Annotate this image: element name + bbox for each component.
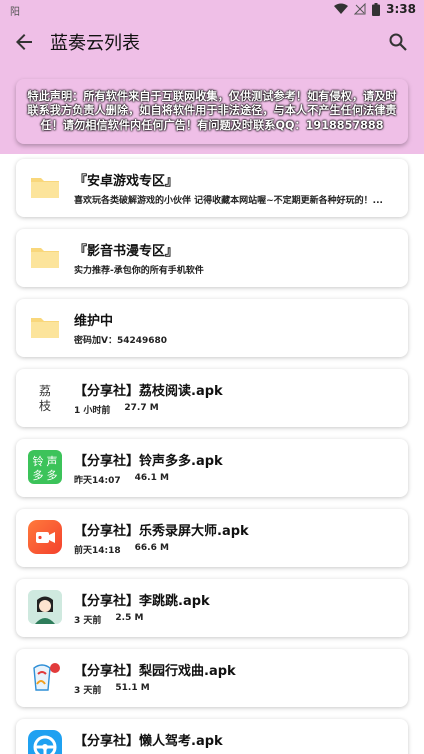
item-subtitle: 密码加V：54249680 bbox=[74, 336, 168, 346]
item-title: 『安卓游戏专区』 bbox=[74, 174, 179, 189]
liyuan-app-icon bbox=[28, 660, 62, 694]
svg-text:荔: 荔 bbox=[39, 384, 51, 398]
litiaotiao-app-icon bbox=[28, 590, 62, 624]
item-title: 【分享社】荔枝阅读.apk bbox=[74, 384, 223, 399]
item-title: 【分享社】梨园行戏曲.apk bbox=[74, 664, 236, 679]
list-item[interactable]: 【分享社】梨园行戏曲.apk 3 天前 51.1 M bbox=[16, 649, 408, 707]
item-size: 2.5 M bbox=[115, 613, 144, 623]
lexiu-app-icon bbox=[28, 520, 62, 554]
list-item[interactable]: 荔 枝 【分享社】荔枝阅读.apk 1 小时前 27.7 M bbox=[16, 369, 408, 427]
item-title: 【分享社】铃声多多.apk bbox=[74, 454, 223, 469]
list-item[interactable]: 【分享社】李跳跳.apk 3 天前 2.5 M bbox=[16, 579, 408, 637]
item-title: 【分享社】懒人驾考.apk bbox=[74, 734, 223, 749]
svg-text:声: 声 bbox=[47, 454, 58, 468]
notice-card: 特此声明：所有软件来自于互联网收集，仅供测试参考！如有侵权，请及时联系我方负责人… bbox=[16, 79, 408, 144]
page-title: 蓝奏云列表 bbox=[50, 33, 140, 54]
item-time: 前天14:18 bbox=[74, 546, 121, 556]
item-subtitle: 实力推荐-承包你的所有手机软件 bbox=[74, 266, 204, 276]
lanren-app-icon bbox=[28, 730, 62, 754]
item-title: 维护中 bbox=[74, 314, 114, 329]
item-title: 【分享社】乐秀录屏大师.apk bbox=[74, 524, 249, 539]
svg-text:多: 多 bbox=[47, 468, 58, 482]
list-item[interactable]: 铃 声 多 多 【分享社】铃声多多.apk 昨天14:07 46.1 M bbox=[16, 439, 408, 497]
list-item[interactable]: 【分享社】懒人驾考.apk bbox=[16, 719, 408, 754]
item-size: 66.6 M bbox=[134, 543, 169, 553]
list-item[interactable]: 维护中 密码加V：54249680 bbox=[16, 299, 408, 357]
folder-icon bbox=[28, 310, 62, 344]
status-time: 3:38 bbox=[386, 2, 416, 16]
item-size: 46.1 M bbox=[134, 473, 169, 483]
item-size: 27.7 M bbox=[124, 403, 159, 413]
lizhi-app-icon: 荔 枝 bbox=[28, 380, 62, 414]
folder-icon bbox=[28, 240, 62, 274]
item-time: 3 天前 bbox=[74, 686, 102, 696]
svg-text:铃: 铃 bbox=[33, 454, 44, 468]
item-time: 昨天14:07 bbox=[74, 476, 121, 486]
status-bar: 阳 3:38 bbox=[0, 0, 424, 20]
signal-icon bbox=[354, 3, 366, 15]
wifi-icon bbox=[334, 3, 349, 14]
item-time: 3 天前 bbox=[74, 616, 102, 626]
battery-icon bbox=[372, 2, 381, 16]
app-bar: 蓝奏云列表 bbox=[0, 20, 424, 64]
list-item[interactable]: 『影音书漫专区』 实力推荐-承包你的所有手机软件 bbox=[16, 229, 408, 287]
item-title: 『影音书漫专区』 bbox=[74, 244, 179, 259]
item-time: 1 小时前 bbox=[74, 406, 111, 416]
item-title: 【分享社】李跳跳.apk bbox=[74, 594, 210, 609]
search-icon[interactable] bbox=[386, 30, 410, 54]
svg-text:多: 多 bbox=[33, 468, 44, 482]
svg-text:枝: 枝 bbox=[39, 398, 51, 413]
lingsheng-app-icon: 铃 声 多 多 bbox=[28, 450, 62, 484]
folder-icon bbox=[28, 170, 62, 204]
status-left-text: 阳 bbox=[10, 7, 20, 18]
item-subtitle: 喜欢玩各类破解游戏的小伙伴 记得收藏本网站喔~不定期更新各种好玩的！... bbox=[74, 196, 383, 206]
notice-text: 特此声明：所有软件来自于互联网收集，仅供测试参考！如有侵权，请及时联系我方负责人… bbox=[27, 89, 397, 132]
list-item[interactable]: 『安卓游戏专区』 喜欢玩各类破解游戏的小伙伴 记得收藏本网站喔~不定期更新各种好… bbox=[16, 159, 408, 217]
file-list: 『安卓游戏专区』 喜欢玩各类破解游戏的小伙伴 记得收藏本网站喔~不定期更新各种好… bbox=[16, 159, 408, 754]
list-item[interactable]: 【分享社】乐秀录屏大师.apk 前天14:18 66.6 M bbox=[16, 509, 408, 567]
item-size: 51.1 M bbox=[115, 683, 150, 693]
back-arrow-icon[interactable] bbox=[12, 30, 36, 54]
